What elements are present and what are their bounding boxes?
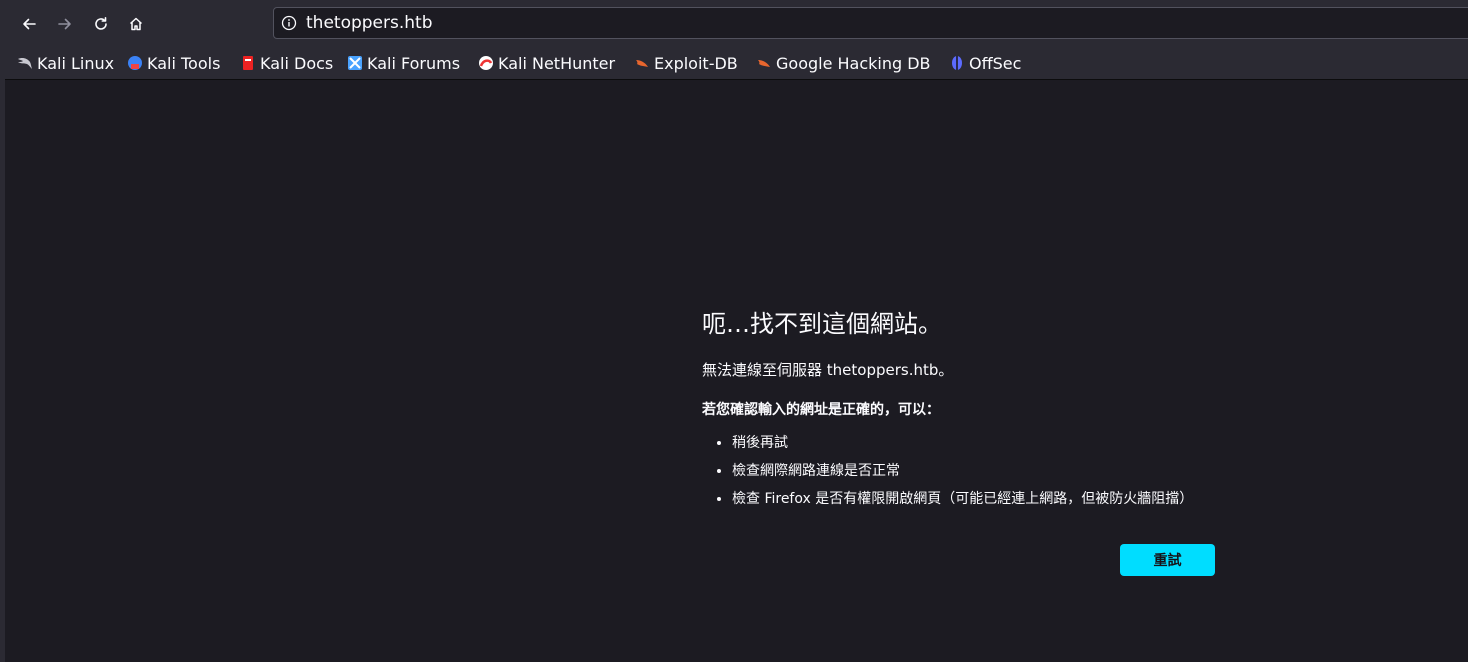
kali-docs-icon [243, 56, 253, 70]
bookmarks-toolbar: Kali Linux Kali Tools Kali Docs Kali For… [5, 48, 1468, 80]
check-heading: 若您確認輸入的網址是正確的，可以： [702, 402, 940, 418]
error-page: 呃…找不到這個網站。 無法連線至伺服器 thetoppers.htb。 若您確認… [5, 80, 1468, 662]
bookmark-label: Kali Linux [37, 53, 115, 73]
kali-dragon-icon [18, 58, 32, 69]
exploit-db-icon [636, 60, 648, 67]
browser-window: thetoppers.htb Kali Linux Kali Tools Kal… [0, 0, 1468, 662]
reload-icon [95, 17, 107, 30]
bookmark-kali-nethunter[interactable]: Kali NetHunter [478, 52, 615, 74]
bookmark-label: Exploit-DB [654, 53, 738, 73]
bookmark-kali-linux[interactable]: Kali Linux [17, 52, 114, 74]
bookmark-label: Kali NetHunter [498, 53, 616, 73]
home-icon [129, 17, 143, 31]
offsec-icon [952, 56, 962, 70]
list-item: 稍後再試 [732, 429, 1193, 457]
bookmark-offsec[interactable]: OffSec [949, 52, 1021, 74]
bookmark-kali-docs[interactable]: Kali Docs [240, 52, 333, 74]
url-bar[interactable]: thetoppers.htb [273, 7, 1468, 39]
reload-button[interactable] [86, 9, 116, 39]
suggestion-list: 稍後再試 檢查網際網路連線是否正常 檢查 Firefox 是否有權限開啟網頁（可… [702, 429, 1193, 513]
bookmark-label: Kali Forums [367, 53, 461, 73]
bookmark-kali-forums[interactable]: Kali Forums [347, 52, 460, 74]
list-item: 檢查 Firefox 是否有權限開啟網頁（可能已經連上網路，但被防火牆阻擋） [732, 485, 1193, 513]
list-item: 檢查網際網路連線是否正常 [732, 457, 1193, 485]
kali-nethunter-icon [479, 56, 493, 70]
error-title: 呃…找不到這個網站。 [702, 310, 942, 338]
navigation-toolbar: thetoppers.htb [5, 0, 1468, 48]
info-icon[interactable] [281, 15, 297, 31]
ghdb-icon [758, 60, 770, 67]
back-button[interactable] [14, 9, 44, 39]
bookmark-exploit-db[interactable]: Exploit-DB [634, 52, 738, 74]
error-description: 無法連線至伺服器 thetoppers.htb。 [702, 361, 954, 379]
forward-button[interactable] [50, 9, 80, 39]
home-button[interactable] [121, 9, 151, 39]
bookmark-label: Kali Tools [147, 53, 221, 73]
bookmark-kali-tools[interactable]: Kali Tools [127, 52, 220, 74]
arrow-left-icon [23, 18, 36, 30]
bookmark-label: OffSec [969, 53, 1022, 73]
bookmark-google-hacking-db[interactable]: Google Hacking DB [756, 52, 931, 74]
bookmark-label: Kali Docs [260, 53, 334, 73]
url-text[interactable]: thetoppers.htb [306, 13, 433, 33]
kali-forums-icon [348, 56, 362, 70]
kali-tools-icon [128, 56, 142, 70]
arrow-right-icon [58, 18, 71, 30]
retry-button[interactable]: 重試 [1120, 544, 1215, 576]
bookmark-label: Google Hacking DB [776, 53, 931, 73]
